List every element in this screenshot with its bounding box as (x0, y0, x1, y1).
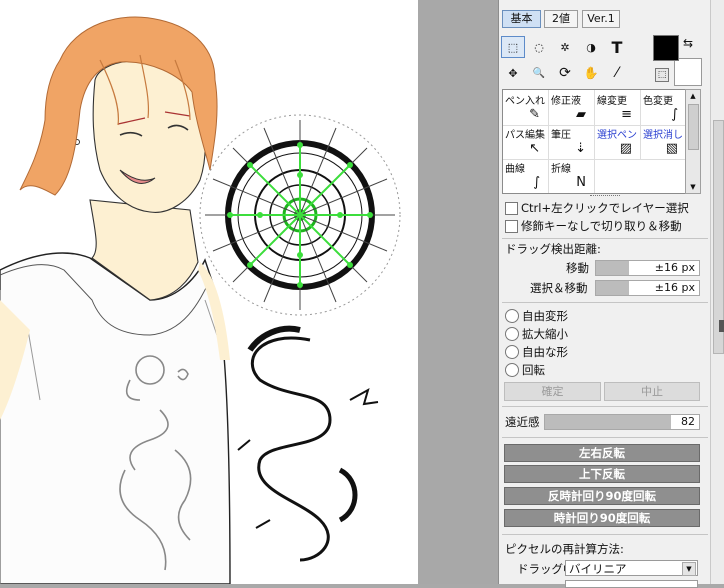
eraser-icon: ▰ (576, 107, 586, 122)
sub-color-swatch[interactable] (674, 58, 702, 86)
transparent-color-icon[interactable]: ⬚ (655, 68, 669, 82)
panel-scrollbar[interactable] (710, 0, 724, 584)
pressure-icon: ⇣ (575, 141, 586, 156)
deselect-icon: ▧ (665, 141, 678, 156)
chevron-down-icon: ▼ (682, 562, 696, 576)
rotate-cw-button[interactable]: 時計回り90度回転 (504, 509, 700, 527)
modifier-cut-checkbox[interactable] (505, 220, 518, 233)
main-color-swatch[interactable] (653, 35, 679, 61)
separator (502, 238, 708, 239)
canvas-background (418, 0, 498, 584)
scale-label: 拡大縮小 (522, 327, 568, 341)
select-pen-icon: ▨ (619, 141, 632, 156)
resample-title: ピクセルの再計算方法: (505, 542, 624, 556)
modifier-cut-label: 修飾キーなしで切り取り＆移動 (521, 219, 682, 233)
flip-vertical-button[interactable]: 上下反転 (504, 465, 700, 483)
brush-pen[interactable]: ペン入れ ✎ (503, 90, 549, 126)
brush-eraser[interactable]: 修正液 ▰ (549, 90, 595, 126)
brush-grid-scrollbar[interactable]: ▲ ▼ (685, 89, 701, 194)
move-label: 移動 (566, 261, 589, 275)
panel-scroll-thumb[interactable] (713, 120, 724, 354)
eyedropper-icon[interactable]: ⁄ (606, 63, 628, 83)
flip-horizontal-button[interactable]: 左右反転 (504, 444, 700, 462)
text-tool-icon[interactable]: T (606, 37, 628, 57)
free-transform-label: 自由変形 (522, 309, 568, 323)
panel-resize-handle[interactable] (719, 320, 724, 332)
free-shape-label: 自由な形 (522, 345, 568, 359)
rotate-ccw-button[interactable]: 反時計回り90度回転 (504, 487, 700, 505)
ctrl-select-label: Ctrl+左クリックでレイヤー選択 (521, 201, 689, 215)
scroll-down-icon[interactable]: ▼ (686, 181, 700, 193)
brush-deselect[interactable]: 選択消し ▧ (641, 124, 685, 160)
scale-radio[interactable] (505, 327, 519, 341)
tab-binary[interactable]: 2値 (544, 10, 578, 28)
select-move-label: 選択＆移動 (530, 281, 588, 295)
lasso-icon[interactable]: ◌ (528, 37, 550, 57)
perspective-value: 82 (681, 415, 695, 428)
color-change-icon: ∫ (671, 107, 678, 122)
separator (502, 302, 708, 303)
scroll-up-icon[interactable]: ▲ (686, 90, 700, 102)
separator (502, 534, 708, 535)
brush-path-edit[interactable]: パス編集 ↖ (503, 124, 549, 160)
brush-color-change[interactable]: 色変更 ∫ (641, 90, 685, 126)
cancel-button[interactable]: 中止 (604, 382, 700, 401)
zoom-icon[interactable]: 🔍 (528, 63, 550, 83)
polyline-icon: N (576, 175, 586, 190)
tab-ver1[interactable]: Ver.1 (582, 10, 620, 28)
line-width-icon: ≡ (621, 107, 632, 122)
select-move-distance-value: ±16 px (654, 281, 695, 294)
move-distance-value: ±16 px (654, 261, 695, 274)
brush-select-pen[interactable]: 選択ペン ▨ (595, 124, 641, 160)
rotate-icon[interactable]: ⟳ (554, 63, 576, 83)
brush-pressure[interactable]: 筆圧 ⇣ (549, 124, 595, 160)
move-icon[interactable]: ✥ (502, 63, 524, 83)
scroll-thumb[interactable] (688, 104, 699, 150)
separator (502, 406, 708, 407)
brush-curve[interactable]: 曲線 ∫ (503, 158, 549, 193)
path-edit-icon: ↖ (529, 141, 540, 156)
perspective-slider[interactable]: 82 (544, 414, 700, 430)
move-distance-slider[interactable]: ±16 px (595, 260, 700, 276)
curve-icon: ∫ (533, 175, 540, 190)
shape-icon[interactable]: ◑ (580, 37, 602, 57)
tab-basic[interactable]: 基本 (502, 10, 541, 28)
ctrl-select-checkbox[interactable] (505, 202, 518, 215)
dragging-resample-select[interactable]: バイリニア ▼ (565, 560, 698, 576)
swap-colors-icon[interactable]: ⇆ (683, 36, 693, 50)
free-shape-radio[interactable] (505, 345, 519, 359)
artwork (0, 16, 401, 584)
drag-distance-title: ドラッグ検出距離: (505, 242, 601, 256)
hand-icon[interactable]: ✋ (580, 63, 602, 83)
rect-select-icon[interactable]: ⬚ (501, 36, 525, 58)
rotate-radio[interactable] (505, 363, 519, 377)
confirm-button[interactable]: 確定 (504, 382, 601, 401)
magic-wand-icon[interactable]: ✲ (554, 37, 576, 57)
rotate-label: 回転 (522, 363, 545, 377)
brush-grid: ペン入れ ✎ 修正液 ▰ 線変更 ≡ 色変更 ∫ パス編集 ↖ 筆圧 ⇣ 選択ペ… (502, 89, 686, 194)
perspective-label: 遠近感 (505, 415, 540, 429)
final-resample-select[interactable] (565, 580, 698, 588)
separator (502, 437, 708, 438)
brush-polyline[interactable]: 折線 N (549, 158, 595, 193)
brush-line-width[interactable]: 線変更 ≡ (595, 90, 641, 126)
panel-divider[interactable] (590, 195, 620, 199)
select-move-distance-slider[interactable]: ±16 px (595, 280, 700, 296)
pen-icon: ✎ (529, 107, 540, 122)
free-transform-radio[interactable] (505, 309, 519, 323)
drawing-canvas[interactable] (0, 0, 418, 584)
